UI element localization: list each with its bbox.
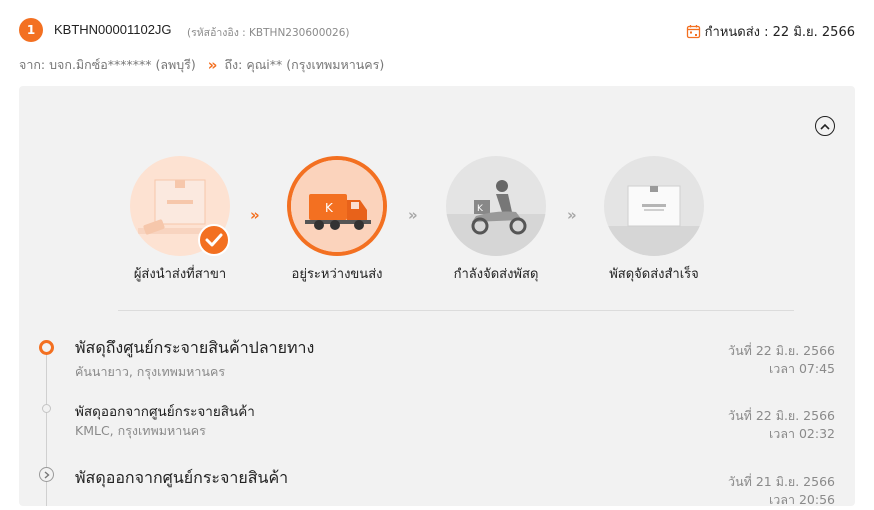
section-divider xyxy=(118,310,794,311)
deadline-text: กำหนดส่ง : 22 มิ.ย. 2566 xyxy=(704,25,855,40)
event-time: เวลา 02:32 xyxy=(769,426,835,441)
step-label: อยู่ระหว่างขนส่ง xyxy=(291,267,383,282)
delivery-deadline: กำหนดส่ง : 22 มิ.ย. 2566 xyxy=(686,21,855,42)
to-value: คุณi** (กรุงเทพมหานคร) xyxy=(246,57,385,72)
check-icon xyxy=(198,224,230,256)
reference-code: (รหัสอ้างอิง : KBTHN230600026) xyxy=(187,27,350,39)
chevron-right-icon xyxy=(44,470,50,479)
scooter-icon: K xyxy=(446,180,546,256)
delivered-illustration xyxy=(604,156,704,256)
route-info: จาก: บจก.มิกซ์อ******* (ลพบุรี) » ถึง: ค… xyxy=(19,55,384,75)
order-header: 1 KBTHN00001102JG (รหัสอ้างอิง : KBTHN23… xyxy=(0,0,874,86)
step-out-for-delivery: K กำลังจัดส่งพัสดุ xyxy=(426,156,566,284)
event-time: เวลา 20:56 xyxy=(769,492,835,507)
scooter-illustration: K xyxy=(446,156,546,256)
step-arrow-icon: » xyxy=(408,206,418,224)
double-chevron-icon: » xyxy=(207,56,218,74)
chevron-up-icon xyxy=(820,123,830,130)
timeline-dot xyxy=(42,404,51,413)
step-arrow-icon: » xyxy=(250,206,260,224)
step-sender-dropoff: ผู้ส่งนำส่งที่สาขา xyxy=(110,156,250,284)
expand-more-button[interactable] xyxy=(39,467,54,482)
event-date: วันที่ 22 มิ.ย. 2566 xyxy=(728,343,835,358)
timeline-line xyxy=(46,348,47,506)
to-label: ถึง: xyxy=(224,57,243,72)
event-title: พัสดุถึงศูนย์กระจายสินค้าปลายทาง xyxy=(75,338,315,357)
step-in-transit: K อยู่ระหว่างขนส่ง xyxy=(267,156,407,284)
timeline-current-dot xyxy=(39,340,54,355)
tracking-panel: ผู้ส่งนำส่งที่สาขา » K อยู่ระหว่างขนส่ง … xyxy=(19,86,855,507)
step-label: ผู้ส่งนำส่งที่สาขา xyxy=(133,267,227,282)
event-location: คันนายาว, กรุงเทพมหานคร xyxy=(75,364,226,379)
event-title: พัสดุออกจากศูนย์กระจายสินค้า xyxy=(75,468,289,487)
step-arrow-icon: » xyxy=(567,206,577,224)
event-date: วันที่ 22 มิ.ย. 2566 xyxy=(728,408,835,423)
event-title: พัสดุออกจากศูนย์กระจายสินค้า xyxy=(75,404,255,420)
event-location: KMLC, กรุงเทพมหานคร xyxy=(75,423,206,438)
step-label: กำลังจัดส่งพัสดุ xyxy=(453,267,539,282)
step-label: พัสดุจัดส่งสำเร็จ xyxy=(609,267,699,282)
step-delivered: พัสดุจัดส่งสำเร็จ xyxy=(584,156,724,284)
calendar-icon xyxy=(686,25,700,39)
truck-illustration: K xyxy=(287,156,387,256)
order-index-badge: 1 xyxy=(19,18,43,42)
collapse-button[interactable] xyxy=(815,116,835,136)
tracking-number: KBTHN00001102JG xyxy=(54,22,172,37)
from-label: จาก: xyxy=(19,57,46,72)
from-value: บจก.มิกซ์อ******* (ลพบุรี) xyxy=(49,57,196,72)
truck-icon: K xyxy=(291,160,383,252)
event-date: วันที่ 21 มิ.ย. 2566 xyxy=(728,474,835,489)
event-time: เวลา 07:45 xyxy=(769,361,835,376)
svg-text:K: K xyxy=(325,201,334,215)
parcel-box-icon xyxy=(604,185,704,256)
